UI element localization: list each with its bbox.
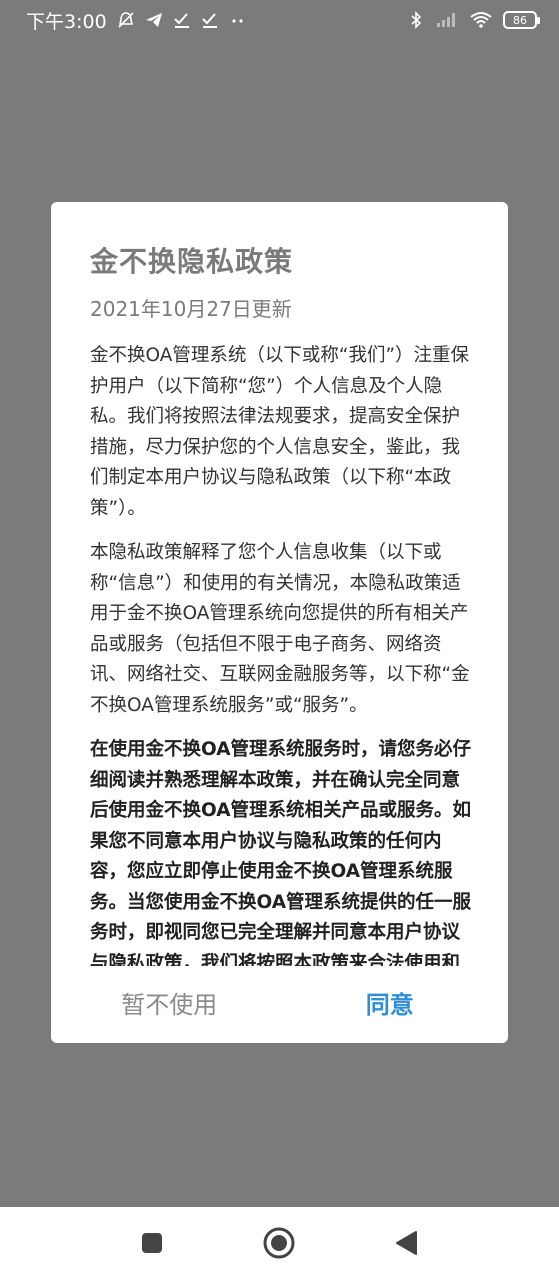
bluetooth-icon: [407, 11, 425, 29]
policy-paragraph: 本隐私政策解释了您个人信息收集（以下或称“信息”）和使用的有关情况，本隐私政策适…: [90, 542, 470, 716]
check-download-icon: [201, 11, 219, 29]
system-navigation-bar: [0, 1207, 559, 1280]
agree-button[interactable]: 同意: [280, 985, 509, 1020]
policy-paragraph: 金不换OA管理系统（以下或称“我们”）注重保护用户（以下简称“您”）个人信息及个…: [90, 345, 470, 519]
more-notifications-icon: [229, 11, 247, 29]
dialog-actions: 暂不使用 同意: [51, 977, 508, 1027]
status-time: 下午3:00: [26, 10, 107, 33]
mute-notification-icon: [117, 11, 135, 29]
recents-square-icon[interactable]: [136, 1227, 168, 1259]
update-date: 2021年10月27日更新: [90, 297, 292, 321]
policy-text-scroll[interactable]: 金不换OA管理系统（以下或称“我们”）注重保护用户（以下简称“您”）个人信息及个…: [90, 341, 478, 966]
policy-paragraph-bold: 在使用金不换OA管理系统服务时，请您务必仔细阅读并熟悉理解本政策，并在确认完全同…: [90, 739, 472, 966]
signal-icon: [435, 11, 459, 29]
wifi-icon: [469, 11, 493, 29]
telegram-icon: [145, 11, 163, 29]
dialog-title: 金不换隐私政策: [90, 245, 294, 278]
home-circle-icon[interactable]: [263, 1227, 295, 1259]
decline-button[interactable]: 暂不使用: [51, 985, 280, 1020]
check-download-icon: [173, 11, 191, 29]
privacy-policy-dialog: 金不换隐私政策 2021年10月27日更新 金不换OA管理系统（以下或称“我们”…: [51, 202, 508, 1043]
status-bar: 下午3:00 86: [0, 0, 559, 40]
back-triangle-icon[interactable]: [390, 1227, 422, 1259]
battery-icon: 86: [503, 11, 540, 29]
